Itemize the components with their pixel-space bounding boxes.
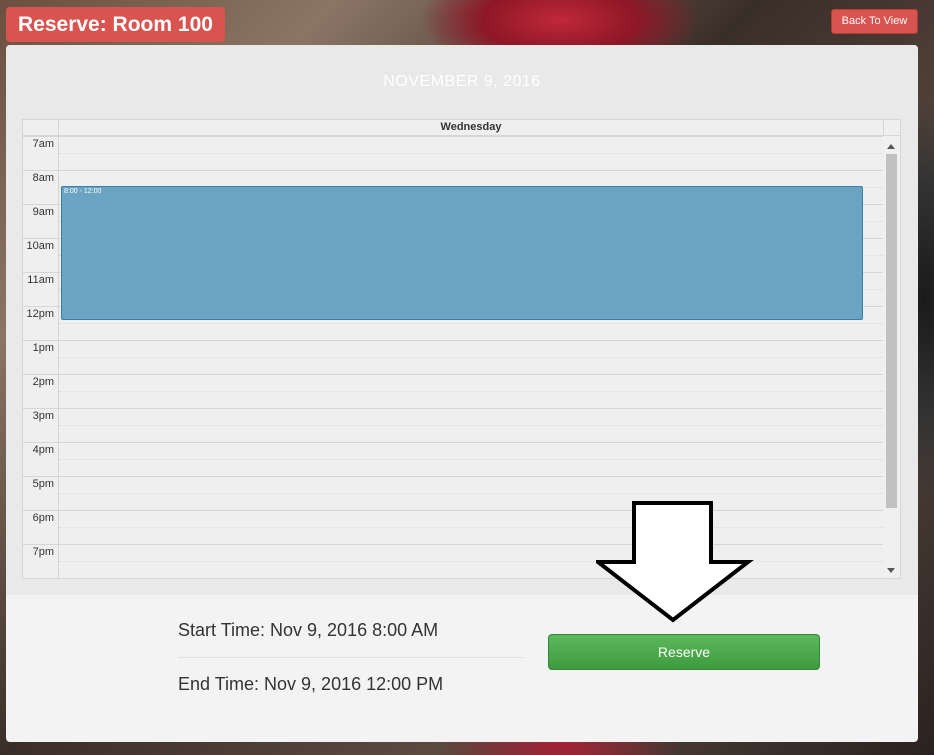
hour-row: 2pm — [23, 374, 883, 408]
scroll-down-icon[interactable] — [887, 568, 895, 573]
hour-gridline — [23, 136, 883, 137]
day-column-header: Wednesday — [59, 120, 884, 135]
hour-gridline — [23, 374, 883, 375]
half-hour-gridline — [59, 153, 883, 154]
hour-label: 8am — [23, 170, 59, 204]
hour-gridline — [23, 170, 883, 171]
half-hour-gridline — [59, 459, 883, 460]
reservation-event[interactable]: 8:00 - 12:00 — [61, 186, 863, 320]
hour-gridline — [23, 408, 883, 409]
hour-label: 5pm — [23, 476, 59, 510]
hour-row: 7am — [23, 136, 883, 170]
half-hour-gridline — [59, 323, 883, 324]
hour-row: 3pm — [23, 408, 883, 442]
hour-label: 4pm — [23, 442, 59, 476]
calendar-section: NOVEMBER 9, 2016 Wednesday 7am 8am 9am 10am… — [6, 45, 918, 595]
hour-gridline — [23, 340, 883, 341]
hour-label: 1pm — [23, 340, 59, 374]
hour-label: 3pm — [23, 408, 59, 442]
half-hour-gridline — [59, 357, 883, 358]
hour-label: 10am — [23, 238, 59, 272]
reserve-button[interactable]: Reserve — [548, 634, 820, 670]
hour-label: 2pm — [23, 374, 59, 408]
scroll-up-icon[interactable] — [887, 144, 895, 149]
hour-gridline — [23, 442, 883, 443]
hour-row: 1pm — [23, 340, 883, 374]
down-arrow-icon — [596, 501, 754, 623]
hour-label: 9am — [23, 204, 59, 238]
date-heading: NOVEMBER 9, 2016 — [383, 73, 541, 90]
half-hour-gridline — [59, 527, 883, 528]
half-hour-gridline — [59, 425, 883, 426]
half-hour-gridline — [59, 561, 883, 562]
back-to-view-button[interactable]: Back To View — [831, 9, 918, 34]
hour-label: 7am — [23, 136, 59, 170]
hour-gridline — [23, 476, 883, 477]
hour-row: 4pm — [23, 442, 883, 476]
calendar-scrollbar[interactable] — [883, 136, 900, 578]
start-time-text: Start Time: Nov 9, 2016 8:00 AM — [178, 620, 439, 640]
hour-label: 11am — [23, 272, 59, 306]
time-gutter-header — [23, 120, 59, 135]
page-title: Reserve: Room 100 — [6, 7, 225, 42]
reservation-panel: NOVEMBER 9, 2016 Wednesday 7am 8am 9am 10am… — [6, 45, 918, 742]
hour-label: 7pm — [23, 544, 59, 578]
hour-label: 6pm — [23, 510, 59, 544]
half-hour-gridline — [59, 493, 883, 494]
day-calendar: Wednesday 7am 8am 9am 10am 11am 12pm 1pm 2pm 3pm… — [22, 119, 901, 579]
end-time-text: End Time: Nov 9, 2016 12:00 PM — [178, 674, 444, 694]
half-hour-gridline — [59, 391, 883, 392]
hour-label: 12pm — [23, 306, 59, 340]
divider — [178, 657, 523, 658]
calendar-header: Wednesday — [23, 120, 900, 136]
scroll-thumb[interactable] — [886, 154, 897, 508]
